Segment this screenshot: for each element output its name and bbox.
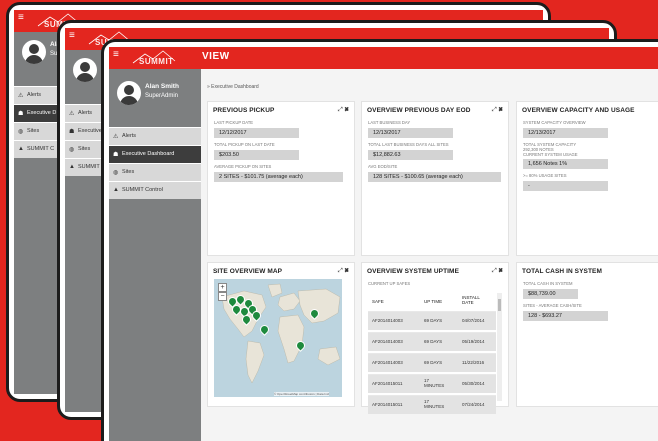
avatar <box>22 40 46 64</box>
dashboard-icon: ☗ <box>113 152 119 158</box>
column-header-safe[interactable]: SAFE <box>372 299 384 304</box>
stat-label: SYSTEM CAPACITY OVERVIEW <box>523 120 586 125</box>
column-header-uptime[interactable]: UP TIME <box>424 299 442 304</box>
sidebar-item-executive-dashboard[interactable]: ☗ Executive Dashboard <box>109 145 201 163</box>
world-map[interactable]: + − © OpenStreetMap contributors | Data … <box>214 279 342 397</box>
stat-value: $203.50 <box>214 150 299 160</box>
sidebar-item-summit-control[interactable]: ▲ SUMMIT Control <box>109 181 201 199</box>
alert-icon: ⚠ <box>69 111 75 117</box>
stat-label: AVG EOD/SITE <box>368 164 398 169</box>
card-title: OVERVIEW SYSTEM UPTIME <box>367 268 460 275</box>
breadcrumb[interactable]: » Executive Dashboard <box>207 84 259 90</box>
avatar <box>73 58 97 82</box>
table-row[interactable]: AF2014014003 69 DAYS 04/07/2014 <box>368 311 496 330</box>
stat-value: 1,656 Notes 1% <box>523 159 608 169</box>
stat-label: CURRENT SYSTEM USAGE <box>523 152 578 157</box>
device-frame-front: ≡ SUMMIT VIEW Alan Smith SuperAdmin ⚠ Ale… <box>101 39 658 441</box>
user-role: SuperAdmin <box>145 93 179 99</box>
table-scrollbar[interactable] <box>497 293 502 401</box>
eod-overview-card: OVERVIEW PREVIOUS DAY EOD ⤢ ✖ LAST BUSIN… <box>361 101 509 256</box>
table-row[interactable]: AF2014014003 69 DAYS 11/22/2016 <box>368 353 496 372</box>
stat-value: $12,882.63 <box>368 150 453 160</box>
stat-value: 12/12/2017 <box>214 128 299 138</box>
stat-value: $88,739.00 <box>523 289 578 299</box>
sidebar-item-alerts[interactable]: ⚠ Alerts <box>109 127 201 145</box>
menu-icon[interactable]: ≡ <box>69 31 75 41</box>
expand-icon[interactable]: ⤢ <box>492 268 497 274</box>
profile: Alan Smith SuperAdmin <box>109 69 201 113</box>
zoom-in-button[interactable]: + <box>218 283 227 292</box>
globe-icon: ◍ <box>113 170 119 176</box>
expand-icon[interactable]: ⤢ <box>338 268 343 274</box>
card-title: PREVIOUS PICKUP <box>213 107 275 114</box>
stat-value: 12/13/2017 <box>368 128 453 138</box>
close-icon[interactable]: ✖ <box>344 268 349 274</box>
stat-label: LAST BUSINESS DAY <box>368 120 411 125</box>
avatar <box>117 81 141 105</box>
globe-icon: ◍ <box>69 147 75 153</box>
column-header-install-date[interactable]: INSTALL DATE <box>462 295 490 305</box>
alert-icon: ⚠ <box>113 134 119 140</box>
table-row[interactable]: AF2014014003 69 DAYS 05/19/2014 <box>368 332 496 351</box>
expand-icon[interactable]: ⤢ <box>338 107 343 113</box>
stat-label: >= 80% USAGE SITES <box>523 173 567 178</box>
stat-label: CURRENT UP SAFES <box>368 281 411 286</box>
dashboard-icon: ☗ <box>69 129 75 135</box>
expand-icon[interactable]: ⤢ <box>492 107 497 113</box>
globe-icon: ◍ <box>18 129 24 135</box>
map-attribution[interactable]: © OpenStreetMap contributors | Data Incl <box>274 392 330 396</box>
card-title: OVERVIEW CAPACITY AND USAGE <box>522 107 635 114</box>
previous-pickup-card: PREVIOUS PICKUP ⤢ ✖ LAST PICKUP DATE 12/… <box>207 101 355 256</box>
card-controls: ⤢ ✖ <box>492 268 503 275</box>
menu-icon[interactable]: ≡ <box>18 13 24 23</box>
dashboard-icon: ☗ <box>18 111 24 117</box>
close-icon[interactable]: ✖ <box>498 268 503 274</box>
card-title: SITE OVERVIEW MAP <box>213 268 283 275</box>
stat-label: TOTAL PICKUP ON LAST DATE <box>214 142 275 147</box>
zoom-out-button[interactable]: − <box>218 292 227 301</box>
sidebar-item-sites[interactable]: ◍ Sites <box>109 163 201 181</box>
card-title: TOTAL CASH IN SYSTEM <box>522 268 603 275</box>
card-controls: ⤢ ✖ <box>338 107 349 114</box>
table-header: SAFE UP TIME INSTALL DATE <box>368 293 496 311</box>
card-title: OVERVIEW PREVIOUS DAY EOD <box>367 107 471 114</box>
stat-value: 12/13/2017 <box>523 128 608 138</box>
page-title: VIEW <box>202 51 230 62</box>
site-map-card: SITE OVERVIEW MAP ⤢ ✖ + − © OpenStreetMa… <box>207 262 355 407</box>
summit-icon: ▲ <box>113 187 119 193</box>
capacity-usage-card: OVERVIEW CAPACITY AND USAGE SYSTEM CAPAC… <box>516 101 658 256</box>
menu-icon[interactable]: ≡ <box>113 50 119 60</box>
stat-label: LAST PICKUP DATE <box>214 120 254 125</box>
alert-icon: ⚠ <box>18 93 24 99</box>
uptime-table: SAFE UP TIME INSTALL DATE AF2014014003 69… <box>368 293 496 416</box>
stat-value: - <box>523 181 608 191</box>
summit-logo: SUMMIT <box>129 49 187 67</box>
logo-text: SUMMIT <box>139 57 174 66</box>
stat-value: 2 SITES - $101.75 (average each) <box>214 172 343 182</box>
card-controls: ⤢ ✖ <box>492 107 503 114</box>
close-icon[interactable]: ✖ <box>344 107 349 113</box>
stat-value: 128 - $693.27 <box>523 311 608 321</box>
close-icon[interactable]: ✖ <box>498 107 503 113</box>
stat-label: TOTAL CASH IN SYSTEM <box>523 281 573 286</box>
summit-icon: ▲ <box>18 146 24 152</box>
topbar: ≡ SUMMIT VIEW <box>109 47 658 69</box>
total-cash-card: TOTAL CASH IN SYSTEM TOTAL CASH IN SYSTE… <box>516 262 658 407</box>
main-content: » Executive Dashboard PREVIOUS PICKUP ⤢ … <box>201 69 658 441</box>
stat-value: 128 SITES - $100.65 (average each) <box>368 172 501 182</box>
screen-front: ≡ SUMMIT VIEW Alan Smith SuperAdmin ⚠ Ale… <box>109 47 658 441</box>
table-row[interactable]: AF2014015011 17 MINUTES 05/30/2014 <box>368 374 496 393</box>
stat-label: TOTAL LAST BUSINESS DAYS ALL SITES <box>368 142 449 147</box>
system-uptime-card: OVERVIEW SYSTEM UPTIME ⤢ ✖ CURRENT UP SA… <box>361 262 509 414</box>
user-name: Alan Smith <box>145 83 179 90</box>
card-controls: ⤢ ✖ <box>338 268 349 275</box>
sidebar: Alan Smith SuperAdmin ⚠ Alerts ☗ Executive… <box>109 69 201 441</box>
table-row[interactable]: AF2014015011 17 MINUTES 07/24/2014 <box>368 395 496 414</box>
summit-icon: ▲ <box>69 164 75 170</box>
stat-label: SITES - AVERAGE CASH/SITE <box>523 303 582 308</box>
stat-label: AVERAGE PICKUP ON SITES <box>214 164 272 169</box>
